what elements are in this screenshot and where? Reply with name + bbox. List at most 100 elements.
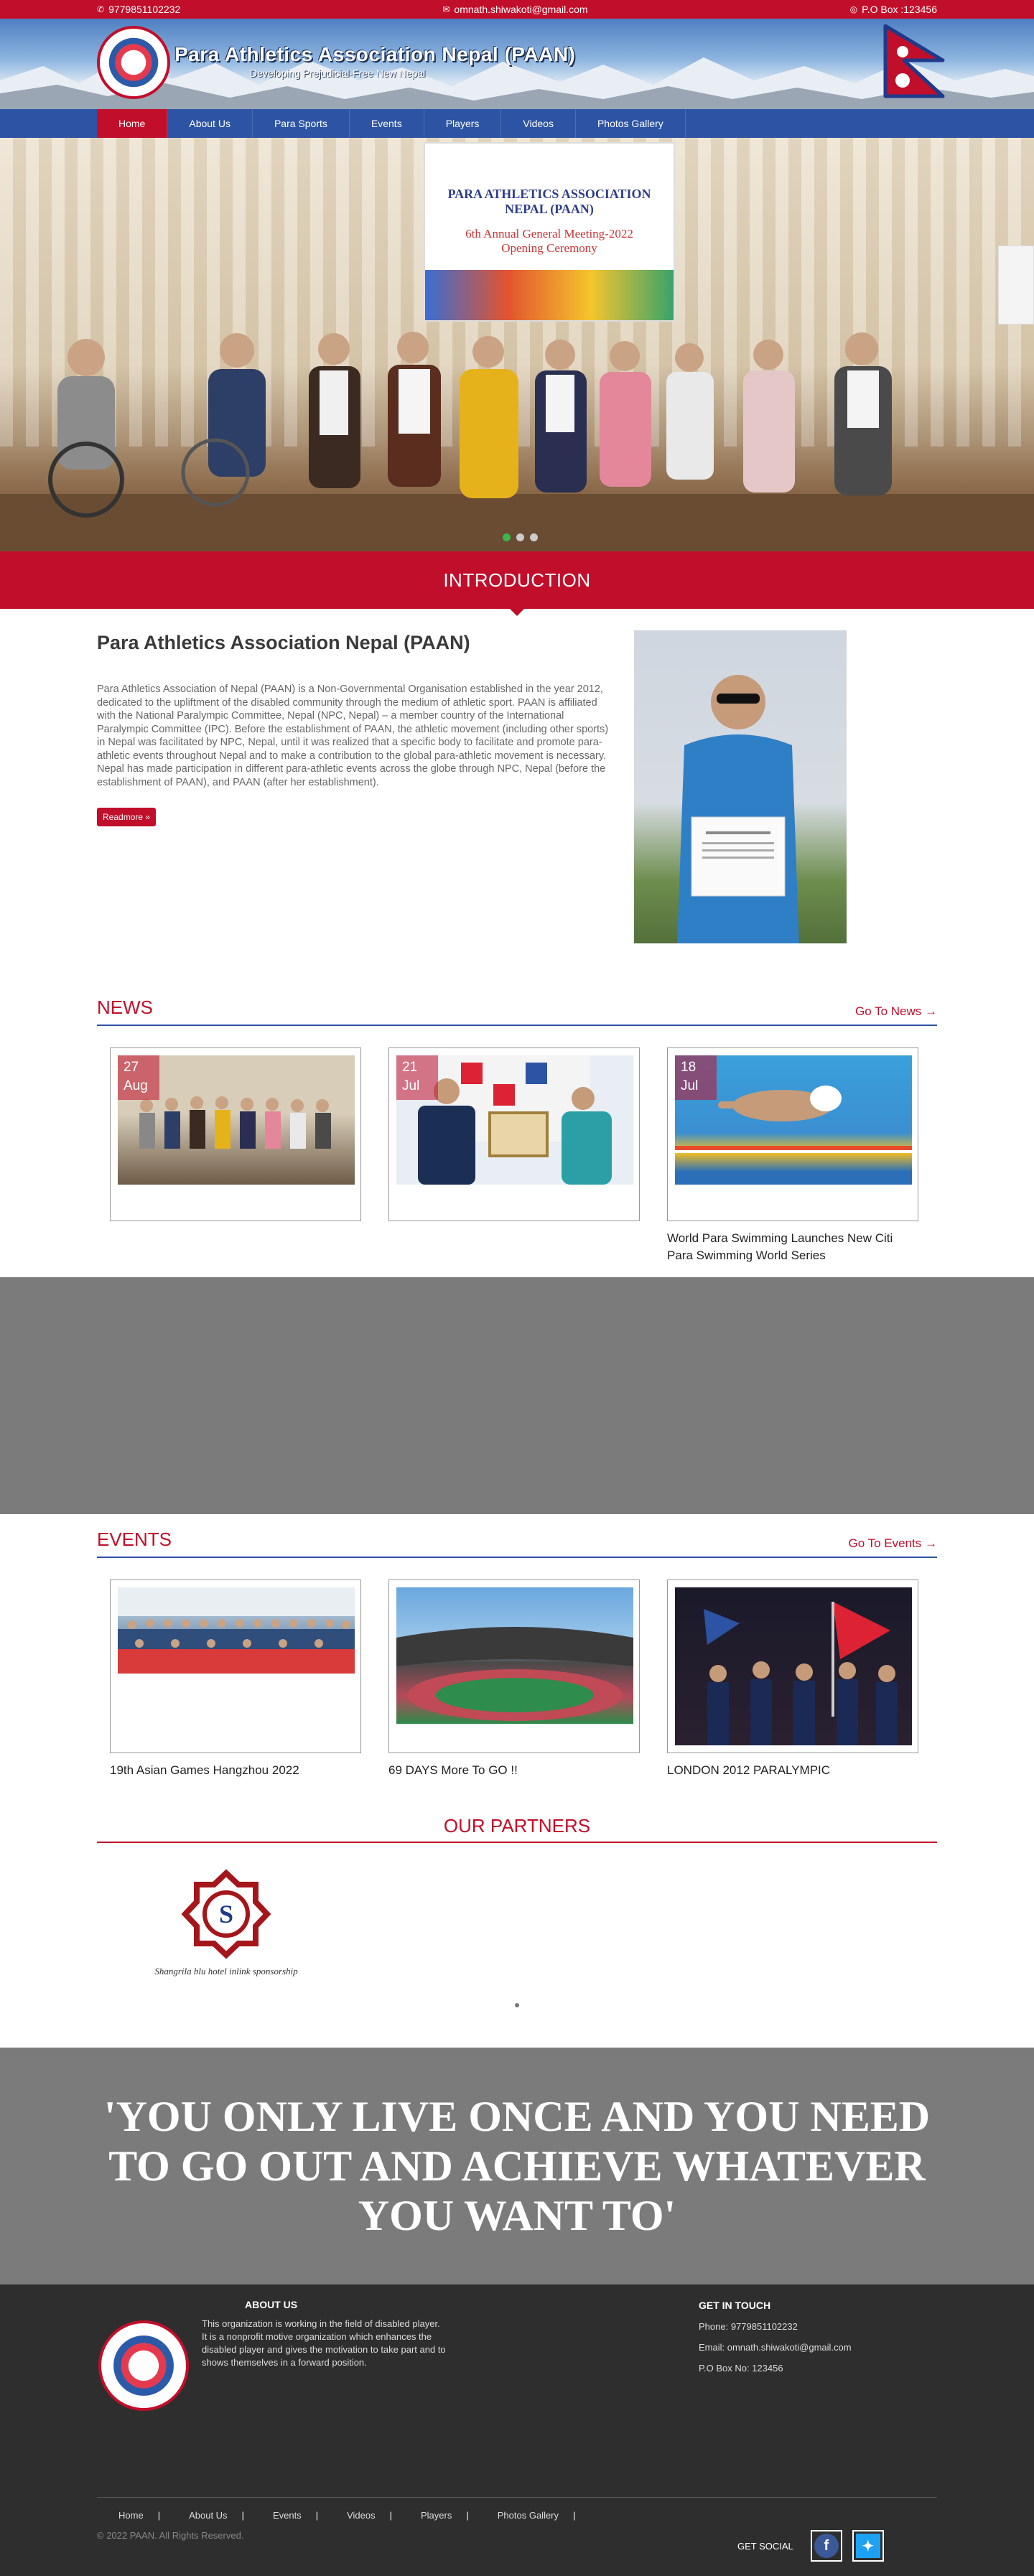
nav-item-home[interactable]: Home <box>97 109 168 138</box>
footer-about-title: ABOUT US <box>245 2299 298 2310</box>
topbar-email[interactable]: ✉ omnath.shiwakoti@gmail.com <box>442 4 587 15</box>
stadium-thumbnail <box>396 1627 633 1721</box>
footer-contact-title: GET IN TOUCH <box>699 2300 771 2311</box>
banner-ceremony: Opening Ceremony <box>501 241 597 255</box>
news-date-day: 18 <box>681 1060 697 1075</box>
banner-meeting: 6th Annual General Meeting-2022 <box>465 227 633 241</box>
slider-dots <box>503 533 538 541</box>
banner-artwork <box>425 270 674 320</box>
event-banner: PARA ATHLETICS ASSOCIATION NEPAL (PAAN) … <box>424 142 675 322</box>
readmore-button[interactable]: Readmore » <box>97 808 157 826</box>
news-card[interactable]: 18 Jul World Para Swimming Launches New C… <box>667 1047 918 1264</box>
quote-text: 'YOU ONLY LIVE ONCE AND YOU NEED TO GO O… <box>103 2092 931 2239</box>
news-date-month: Jul <box>402 1078 420 1093</box>
nav-item-players[interactable]: Players <box>424 109 502 138</box>
news-card[interactable]: 27 Aug <box>110 1047 361 1264</box>
footer-nav-videos[interactable]: Videos <box>347 2510 390 2521</box>
footer-nav-separator: | <box>241 2510 244 2521</box>
topbar-pobox-text: P.O Box :123456 <box>862 4 937 15</box>
phone-icon: ✆ <box>97 4 105 14</box>
footer-nav-separator: | <box>389 2510 392 2521</box>
introduction-section: Para Athletics Association Nepal (PAAN) … <box>0 609 1034 972</box>
footer-nav-separator: | <box>315 2510 319 2521</box>
twitter-icon: ✦ <box>855 2534 880 2558</box>
site-footer: ABOUT US This organization is working in… <box>0 2285 1034 2576</box>
event-card[interactable]: LONDON 2012 PARALYMPIC <box>667 1579 918 1779</box>
news-date-day: 21 <box>402 1060 418 1075</box>
svg-text:S: S <box>219 1900 233 1928</box>
footer-nav-photos-gallery[interactable]: Photos Gallery <box>498 2510 573 2521</box>
topbar-pobox: ◎ P.O Box :123456 <box>850 4 937 15</box>
site-title: Para Athletics Association Nepal (PAAN) <box>174 43 576 65</box>
topbar-phone-text: 9779851102232 <box>108 4 181 15</box>
intro-heading: Para Athletics Association Nepal (PAAN) <box>97 632 470 653</box>
nav-item-events[interactable]: Events <box>350 109 424 138</box>
event-image[interactable] <box>396 1587 633 1724</box>
nav-item-photos-gallery[interactable]: Photos Gallery <box>576 109 686 138</box>
partners-section: OUR PARTNERS S Shangrila blu hotel inlin… <box>0 1779 1034 2007</box>
nepal-flag-icon <box>883 24 945 98</box>
news-section: NEWS Go To News → 27 Aug 21 Jul 18 Jul W… <box>0 972 1034 1264</box>
hero-slider[interactable]: PARA ATHLETICS ASSOCIATION NEPAL (PAAN) … <box>0 138 1034 551</box>
intro-body: Para Athletics Association of Nepal (PAA… <box>97 683 609 788</box>
footer-divider <box>97 2497 937 2498</box>
paralympic-parade-thumbnail <box>704 1602 898 1745</box>
event-caption[interactable]: 19th Asian Games Hangzhou 2022 <box>110 1762 361 1779</box>
event-caption[interactable]: LONDON 2012 PARALYMPIC <box>667 1762 918 1779</box>
nav-item-about-us[interactable]: About Us <box>167 109 253 138</box>
intro-text-block: Para Athletics Association Nepal (PAAN) … <box>97 630 614 943</box>
group-photo-people <box>0 332 1034 551</box>
footer-about-text: This organization is working in the fiel… <box>202 2318 446 2368</box>
footer-nav-home[interactable]: Home <box>118 2510 158 2521</box>
news-date-badge: 27 Aug <box>118 1055 159 1100</box>
gray-divider-band <box>0 1277 1034 1514</box>
news-date-day: 27 <box>124 1060 139 1075</box>
footer-contact: GET IN TOUCH Phone: 9779851102232 Email:… <box>699 2299 852 2379</box>
nav-item-para-sports[interactable]: Para Sports <box>253 109 350 138</box>
topbar-phone[interactable]: ✆ 9779851102232 <box>97 4 180 15</box>
logo-emblem <box>105 34 162 91</box>
news-caption[interactable]: World Para Swimming Launches New Citi Pa… <box>667 1230 918 1264</box>
facebook-icon: f <box>814 2534 839 2558</box>
news-date-month: Jul <box>681 1078 699 1093</box>
copyright: © 2022 PAAN. All Rights Reserved. <box>97 2530 244 2541</box>
twitter-button[interactable]: ✦ <box>852 2530 884 2562</box>
event-image[interactable] <box>118 1587 355 1674</box>
introduction-band: INTRODUCTION <box>0 551 1034 616</box>
events-title: EVENTS <box>97 1529 172 1550</box>
event-image[interactable] <box>675 1587 912 1745</box>
nav-item-videos[interactable]: Videos <box>501 109 576 138</box>
slider-dot[interactable] <box>516 533 524 541</box>
footer-nav-events[interactable]: Events <box>273 2510 316 2521</box>
event-caption[interactable]: 69 DAYS More To GO !! <box>388 1762 640 1779</box>
event-card[interactable]: 19th Asian Games Hangzhou 2022 <box>110 1579 361 1779</box>
footer-nav-separator: | <box>466 2510 469 2521</box>
site-header: Para Athletics Association Nepal (PAAN) … <box>0 19 1034 109</box>
carousel-dot[interactable] <box>515 2003 519 2007</box>
event-card[interactable]: 69 DAYS More To GO !! <box>388 1579 640 1779</box>
footer-pobox: P.O Box No: 123456 <box>699 2363 783 2374</box>
facebook-button[interactable]: f <box>810 2530 842 2562</box>
news-card[interactable]: 21 Jul <box>388 1047 640 1264</box>
go-to-news-link[interactable]: Go To News → <box>855 1004 937 1019</box>
news-image[interactable]: 21 Jul <box>396 1055 633 1185</box>
footer-nav-players[interactable]: Players <box>421 2510 466 2521</box>
footer-phone[interactable]: Phone: 9779851102232 <box>699 2316 852 2337</box>
events-cards: 19th Asian Games Hangzhou 2022 69 DAYS M… <box>97 1579 937 1779</box>
footer-logo[interactable] <box>98 2320 189 2411</box>
news-date-month: Aug <box>124 1078 148 1093</box>
footer-email[interactable]: Email: omnath.shiwakoti@gmail.com <box>699 2337 852 2358</box>
partners-title: OUR PARTNERS <box>97 1815 937 1843</box>
footer-nav-about-us[interactable]: About Us <box>189 2510 241 2521</box>
news-image[interactable]: 18 Jul <box>675 1055 912 1185</box>
news-header: NEWS Go To News → <box>97 997 937 1026</box>
go-to-events-link[interactable]: Go To Events → <box>849 1536 937 1551</box>
slider-dot[interactable] <box>530 533 538 541</box>
partner-logo[interactable]: S Shangrila blu hotel inlink sponsorship <box>126 1869 327 1977</box>
news-cards: 27 Aug 21 Jul 18 Jul World Para Swimming… <box>97 1047 937 1264</box>
paan-logo[interactable] <box>97 26 170 99</box>
slider-dot-active[interactable] <box>503 533 511 541</box>
brand: Para Athletics Association Nepal (PAAN) … <box>174 43 575 79</box>
news-image[interactable]: 27 Aug <box>118 1055 355 1185</box>
footer-logo-emblem <box>108 2330 179 2401</box>
